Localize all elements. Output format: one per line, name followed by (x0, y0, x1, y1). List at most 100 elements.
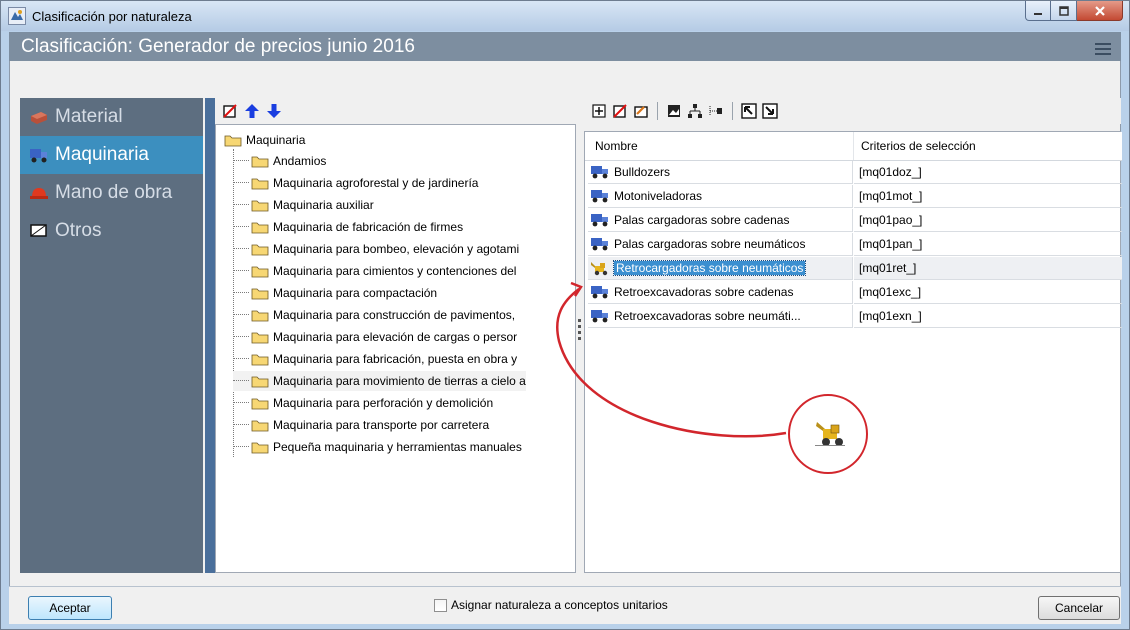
connector-icon[interactable] (707, 102, 725, 120)
delete-icon[interactable] (221, 102, 239, 120)
tree-item[interactable]: Maquinaria agroforestal y de jardinería (233, 173, 478, 193)
move-down-icon[interactable] (265, 102, 283, 120)
nav-label: Mano de obra (55, 182, 173, 203)
tree-item[interactable]: Maquinaria de fabricación de firmes (233, 217, 463, 237)
folder-icon (251, 310, 269, 321)
add-icon[interactable] (590, 102, 608, 120)
table-row[interactable]: Palas cargadoras sobre neumáticos [mq01pa… (585, 233, 1122, 257)
tree-item-label: Andamios (273, 154, 327, 168)
folder-icon (251, 244, 269, 255)
tree-item[interactable]: Maquinaria para transporte por carretera (233, 415, 489, 435)
tree-root[interactable]: Maquinaria (224, 133, 305, 147)
close-button[interactable] (1077, 1, 1123, 21)
truck-icon (591, 214, 608, 227)
cancel-button[interactable]: Cancelar (1038, 596, 1120, 620)
table-row[interactable]: Bulldozers [mq01doz_] (585, 161, 1122, 185)
brick-icon (31, 112, 47, 124)
tree-item-label: Maquinaria de fabricación de firmes (273, 220, 464, 234)
nav-item-maquinaria[interactable]: Maquinaria (20, 136, 203, 174)
tree-item-label: Maquinaria auxiliar (273, 198, 374, 212)
tree-item[interactable]: Maquinaria auxiliar (233, 195, 374, 215)
tree-branch-line (233, 182, 249, 184)
tree-item-label: Pequeña maquinaria y herramientas manual… (273, 440, 522, 454)
tree-branch-line (233, 204, 249, 206)
tree-item-label: Maquinaria para movimiento de tierras a … (273, 374, 526, 388)
tree-toolbar (215, 98, 576, 124)
column-header-nombre[interactable]: Nombre (595, 139, 638, 153)
maximize-icon (1058, 5, 1069, 16)
cell-criterios[interactable]: [mq01doz_] (854, 161, 1122, 184)
minimize-icon (1034, 12, 1042, 15)
folder-icon (251, 376, 269, 387)
backhoe-icon (815, 422, 845, 446)
tree-item[interactable]: Maquinaria para fabricación, puesta en o… (233, 349, 517, 369)
cell-nombre-text: Palas cargadoras sobre neumáticos (614, 237, 806, 251)
tree-panel: Maquinaria Andamios Maquinaria agroforest… (205, 98, 576, 573)
cell-criterios[interactable]: [mq01ret_] (854, 257, 1122, 280)
tree-item[interactable]: Maquinaria para perforación y demolición (233, 393, 493, 413)
assign-checkbox-label[interactable]: Asignar naturaleza a conceptos unitarios (451, 598, 668, 612)
category-nav: Material Maquinaria Mano de obra Otros (20, 98, 203, 573)
tree-item[interactable]: Pequeña maquinaria y herramientas manual… (233, 437, 522, 457)
tree-branch-line (233, 446, 249, 448)
nav-label: Material (55, 106, 123, 127)
cell-nombre[interactable]: Palas cargadoras sobre cadenas (588, 209, 853, 232)
minimize-button[interactable] (1025, 1, 1051, 21)
tree-branch-line (233, 380, 249, 382)
collapse-icon[interactable] (761, 102, 779, 120)
folder-icon (251, 178, 269, 189)
edit-icon[interactable] (632, 102, 650, 120)
window-title: Clasificación por naturaleza (32, 9, 192, 24)
accept-button[interactable]: Aceptar (28, 596, 112, 620)
tree-icon[interactable] (686, 102, 704, 120)
tree-branch-line (233, 424, 249, 426)
assign-checkbox[interactable] (434, 598, 447, 612)
table-row[interactable]: Palas cargadoras sobre cadenas [mq01pao_] (585, 209, 1122, 233)
tree-item[interactable]: Maquinaria para compactación (233, 283, 437, 303)
nav-item-mano-de-obra[interactable]: Mano de obra (20, 174, 203, 212)
cell-criterios[interactable]: [mq01pao_] (854, 209, 1122, 232)
cell-criterios[interactable]: [mq01pan_] (854, 233, 1122, 256)
cell-criterios[interactable]: [mq01mot_] (854, 185, 1122, 208)
folder-icon (251, 288, 269, 299)
column-header-criterios[interactable]: Criterios de selección (861, 139, 976, 153)
nav-item-material[interactable]: Material (20, 98, 203, 136)
tree-item[interactable]: Andamios (233, 151, 326, 171)
hamburger-menu-icon[interactable] (1095, 43, 1111, 55)
delete-icon[interactable] (611, 102, 629, 120)
maximize-button[interactable] (1051, 1, 1077, 21)
folder-icon (251, 266, 269, 277)
nav-item-otros[interactable]: Otros (20, 212, 203, 250)
folder-icon (251, 354, 269, 365)
tree-item-label: Maquinaria para bombeo, elevación y agot… (273, 242, 520, 256)
tree-root-label: Maquinaria (246, 133, 306, 147)
column-divider[interactable] (853, 132, 854, 160)
tree-item[interactable]: Maquinaria para construcción de paviment… (233, 305, 515, 325)
cell-nombre[interactable]: Motoniveladoras (588, 185, 853, 208)
title-bar[interactable]: Clasificación por naturaleza (1, 1, 1129, 31)
move-up-icon[interactable] (243, 102, 261, 120)
cell-criterios[interactable]: [mq01exc_] (854, 281, 1122, 304)
tree-item[interactable]: Maquinaria para elevación de cargas o pe… (233, 327, 517, 347)
folder-icon (251, 332, 269, 343)
tree-view[interactable]: Maquinaria Andamios Maquinaria agroforest… (215, 124, 576, 573)
grid-header: Nombre Criterios de selección (585, 132, 1122, 161)
assign-checkbox-group[interactable]: Asignar naturaleza a conceptos unitarios (434, 598, 668, 612)
tree-panel-stripe (205, 98, 215, 573)
tree-item[interactable]: Maquinaria para bombeo, elevación y agot… (233, 239, 519, 259)
tree-item[interactable]: Maquinaria para cimientos y contenciones… (233, 261, 516, 281)
image-icon[interactable] (665, 102, 683, 120)
nav-label: Maquinaria (55, 144, 149, 165)
cell-nombre[interactable]: Palas cargadoras sobre neumáticos (588, 233, 853, 256)
truck-icon (591, 238, 608, 251)
cell-nombre-text: Motoniveladoras (614, 189, 703, 203)
table-row[interactable]: Motoniveladoras [mq01mot_] (585, 185, 1122, 209)
tree-item[interactable]: Maquinaria para movimiento de tierras a … (233, 371, 526, 391)
cell-nombre[interactable]: Bulldozers (588, 161, 853, 184)
classification-app-icon (8, 7, 26, 25)
nav-label: Otros (55, 220, 102, 241)
cell-criterios[interactable]: [mq01exn_] (854, 305, 1122, 328)
tree-branch-line (233, 314, 249, 316)
expand-icon[interactable] (740, 102, 758, 120)
tree-item-label: Maquinaria para fabricación, puesta en o… (273, 352, 518, 366)
